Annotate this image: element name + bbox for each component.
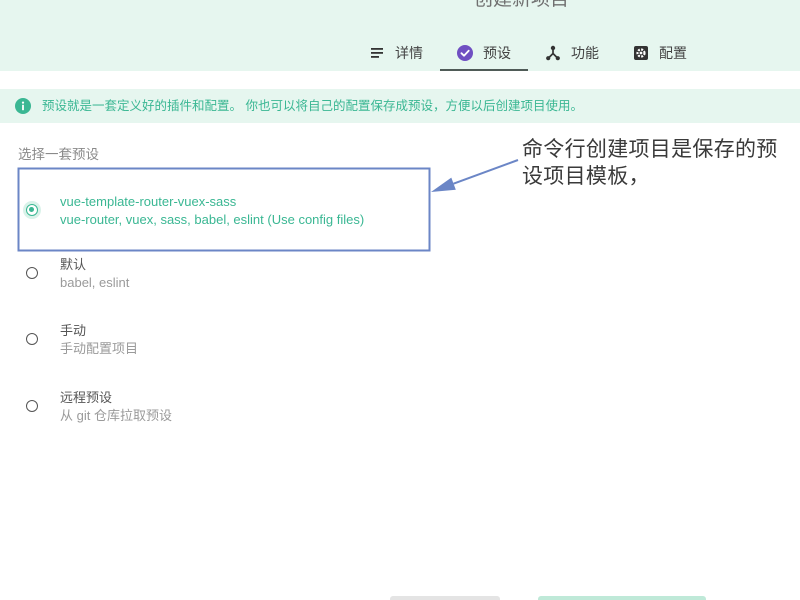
tab-label-details: 详情 — [395, 45, 423, 61]
tab-label-presets: 预设 — [483, 45, 511, 61]
annotation-line: 设项目模板， — [522, 164, 650, 188]
preset-name: vue-template-router-vuex-sass — [60, 194, 237, 209]
subject-icon — [371, 48, 383, 58]
fork-icon — [546, 45, 560, 61]
tab-features[interactable]: 功能 — [528, 35, 616, 71]
preset-radio[interactable] — [26, 267, 38, 279]
settings-icon — [634, 46, 648, 60]
preset-item[interactable]: 远程预设 从 git 仓库拉取预设 — [18, 387, 430, 431]
preset-radio[interactable] — [26, 204, 38, 216]
footer-button-partial-secondary[interactable] — [390, 596, 500, 600]
preset-heading: 选择一套预设 — [18, 147, 99, 162]
preset-name: 远程预设 — [60, 390, 113, 405]
annotation-line: 命令行创建项目是保存的预 — [522, 137, 778, 161]
preset-radio[interactable] — [26, 333, 38, 345]
info-banner: 预设就是一套定义好的插件和配置。 你也可以将自己的配置保存成预设，方便以后创建项… — [0, 89, 800, 123]
tab-config[interactable]: 配置 — [616, 35, 704, 71]
page-title: 创建新项目 — [474, 0, 569, 12]
preset-name: 手动 — [60, 323, 87, 338]
step-tabs: 详情 预设 功能 配置 — [352, 35, 704, 71]
check-circle-icon — [457, 45, 473, 61]
preset-description: 从 git 仓库拉取预设 — [60, 408, 172, 423]
preset-radio[interactable] — [26, 400, 38, 412]
tab-indicator — [440, 69, 528, 71]
tab-label-config: 配置 — [659, 45, 687, 61]
tab-label-features: 功能 — [571, 45, 599, 61]
preset-item[interactable]: 手动 手动配置项目 — [18, 320, 430, 364]
tab-details[interactable]: 详情 — [352, 35, 440, 71]
tab-presets[interactable]: 预设 — [440, 35, 528, 71]
preset-description: babel, eslint — [60, 275, 130, 290]
radio-dot — [29, 207, 34, 212]
preset-description: 手动配置项目 — [60, 341, 139, 356]
info-icon — [15, 98, 31, 114]
preset-item[interactable]: vue-template-router-vuex-sass vue-router… — [18, 191, 430, 235]
preset-description: vue-router, vuex, sass, babel, eslint (U… — [60, 212, 365, 227]
info-text: 预设就是一套定义好的插件和配置。 你也可以将自己的配置保存成预设，方便以后创建项… — [42, 99, 583, 113]
preset-item[interactable]: 默认 babel, eslint — [18, 254, 430, 298]
footer-button-partial-primary[interactable] — [538, 596, 706, 600]
annotation-note: 命令行创建项目是保存的预 设项目模板， — [522, 136, 778, 190]
preset-name: 默认 — [60, 257, 87, 272]
header: 创建新项目 详情 预设 功能 — [0, 0, 800, 71]
annotation-arrow — [431, 159, 519, 192]
